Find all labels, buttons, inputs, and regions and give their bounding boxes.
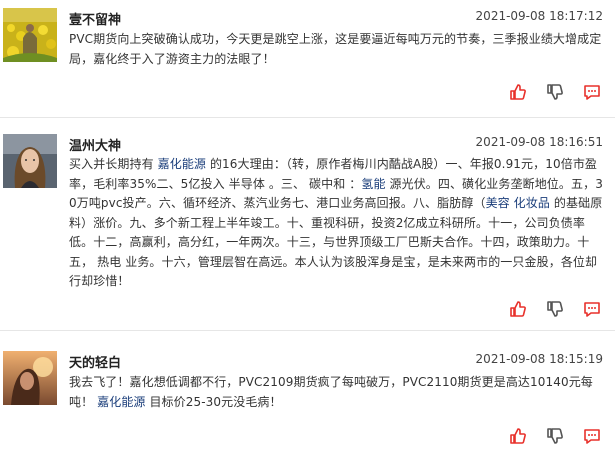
comment-text: 买入并长期持有 嘉化能源 的16大理由：（转，原作者梅川内酷战A股）一、年报0.… [69, 155, 605, 292]
like-button[interactable] [509, 83, 527, 101]
like-button[interactable] [509, 300, 527, 318]
author-name[interactable]: 温州大神 [69, 135, 121, 154]
comment-text: PVC期货向上突破确认成功，今天更是跳空上涨，这是要逼近每吨万元的节奏，三季报业… [69, 32, 602, 66]
thumbs-down-icon [547, 428, 563, 444]
reply-button[interactable] [583, 83, 601, 101]
post-time: 2021-09-08 18:16:51 [475, 135, 603, 149]
stock-link[interactable]: 嘉化能源 [97, 395, 145, 409]
thumbs-up-icon [510, 428, 526, 444]
comment-text: 我去飞了！嘉化想低调都不行，PVC2109期货疯了每吨破万，PVC2110期货更… [69, 373, 605, 412]
action-bar [490, 427, 601, 445]
comment-item: 温州大神 2021-09-08 18:16:51 买入并长期持有 嘉化能源 的1… [0, 118, 615, 331]
topic-link[interactable]: 美容 化妆品 [486, 196, 550, 210]
comment-feed: 壹不留神 2021-09-08 18:17:12 PVC期货向上突破确认成功，今… [0, 0, 615, 451]
action-bar [490, 83, 601, 101]
post-time: 2021-09-08 18:17:12 [475, 9, 603, 23]
dislike-button[interactable] [546, 300, 564, 318]
comment-item: 壹不留神 2021-09-08 18:17:12 PVC期货向上突破确认成功，今… [0, 0, 615, 118]
like-button[interactable] [509, 427, 527, 445]
comment-icon [584, 429, 600, 444]
comment-icon [584, 85, 600, 100]
dislike-button[interactable] [546, 427, 564, 445]
thumbs-down-icon [547, 301, 563, 317]
reply-button[interactable] [583, 300, 601, 318]
dislike-button[interactable] [546, 83, 564, 101]
text-segment: 买入并长期持有 [69, 157, 158, 171]
author-name[interactable]: 天的轻白 [69, 352, 121, 371]
reply-button[interactable] [583, 427, 601, 445]
post-time: 2021-09-08 18:15:19 [475, 352, 603, 366]
thumbs-up-icon [510, 301, 526, 317]
stock-link[interactable]: 嘉化能源 [158, 157, 206, 171]
comment-icon [584, 302, 600, 317]
topic-link[interactable]: 氢能 [361, 177, 385, 191]
comment-item: 天的轻白 2021-09-08 18:15:19 我去飞了！嘉化想低调都不行，P… [0, 331, 615, 451]
author-name[interactable]: 壹不留神 [69, 9, 121, 28]
avatar[interactable] [3, 8, 57, 62]
text-segment: 目标价25-30元没毛病！ [145, 394, 282, 409]
avatar[interactable] [3, 134, 57, 188]
action-bar [490, 300, 601, 318]
avatar[interactable] [3, 351, 57, 405]
thumbs-up-icon [510, 84, 526, 100]
thumbs-down-icon [547, 84, 563, 100]
